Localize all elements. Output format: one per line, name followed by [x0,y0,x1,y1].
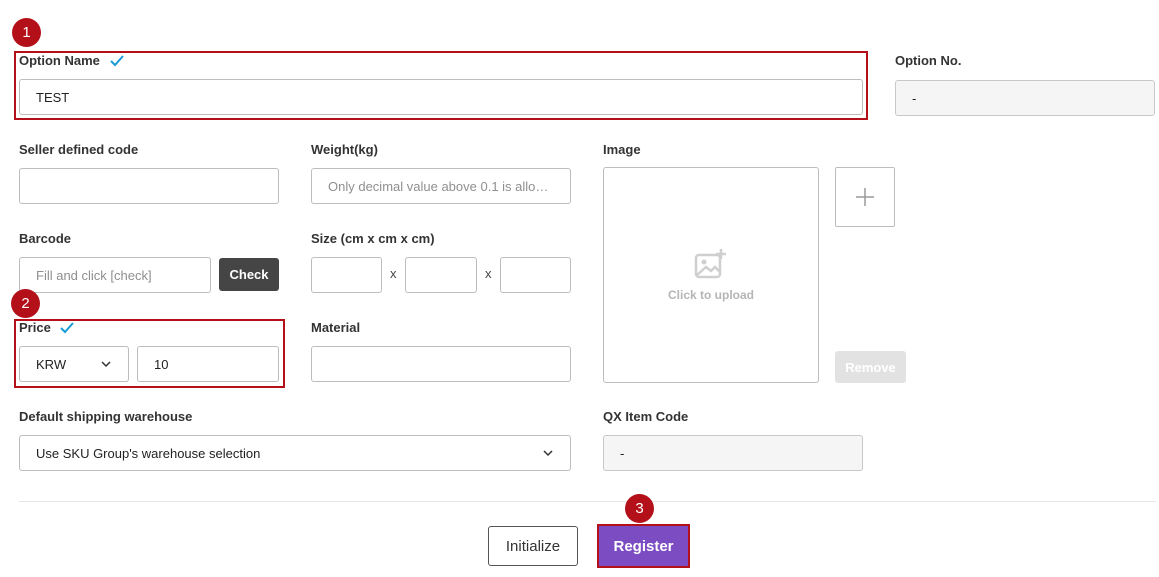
size-width-input[interactable] [405,257,477,293]
warehouse-label: Default shipping warehouse [19,409,193,424]
chevron-down-icon [101,361,111,368]
check-icon [109,55,124,67]
option-name-label: Option Name [19,53,124,68]
seller-code-input[interactable] [19,168,279,204]
qx-item-code-value: - [620,445,625,461]
size-separator: x [390,266,397,281]
barcode-label: Barcode [19,231,72,246]
size-length-input[interactable] [311,257,382,293]
option-name-value: TEST [36,89,70,105]
image-upload-area[interactable]: Click to upload [603,167,819,383]
barcode-input[interactable]: Fill and click [check] [19,257,211,293]
initialize-button[interactable]: Initialize [488,526,578,566]
barcode-check-button[interactable]: Check [219,258,279,291]
image-label: Image [603,142,641,157]
price-label: Price [19,320,75,335]
image-add-icon [694,249,726,279]
size-separator: x [485,266,492,281]
chevron-down-icon [543,450,553,457]
warehouse-value: Use SKU Group's warehouse selection [36,445,261,461]
weight-input[interactable]: Only decimal value above 0.1 is allow... [311,168,571,204]
annotation-badge: 2 [11,289,40,318]
currency-select[interactable]: KRW [19,346,129,382]
upload-text: Click to upload [667,288,754,302]
weight-label: Weight(kg) [311,142,378,157]
remove-image-button[interactable]: Remove [835,351,906,383]
option-name-input[interactable]: TEST [19,79,863,115]
warehouse-select[interactable]: Use SKU Group's warehouse selection [19,435,571,471]
option-name-label-text: Option Name [19,53,100,68]
annotation-badge: 3 [625,494,654,523]
qx-item-code-label: QX Item Code [603,409,689,424]
material-input[interactable] [311,346,571,382]
seller-code-label: Seller defined code [19,142,139,157]
size-label: Size (cm x cm x cm) [311,231,435,246]
material-label: Material [311,320,361,335]
size-height-input[interactable] [500,257,571,293]
currency-value: KRW [36,356,67,372]
barcode-placeholder: Fill and click [check] [36,267,152,283]
register-button[interactable]: Register [599,526,688,566]
divider [19,501,1156,502]
option-no-label: Option No. [895,53,962,68]
qx-item-code-field: - [603,435,863,471]
price-input[interactable]: 10 [137,346,279,382]
plus-icon [856,188,874,206]
option-no-field: - [895,80,1155,116]
price-value: 10 [154,356,169,372]
weight-placeholder: Only decimal value above 0.1 is allow... [328,178,554,194]
price-label-text: Price [19,320,51,335]
add-image-button[interactable] [835,167,895,227]
option-no-value: - [912,90,917,106]
check-icon [60,322,75,334]
annotation-badge: 1 [12,18,41,47]
